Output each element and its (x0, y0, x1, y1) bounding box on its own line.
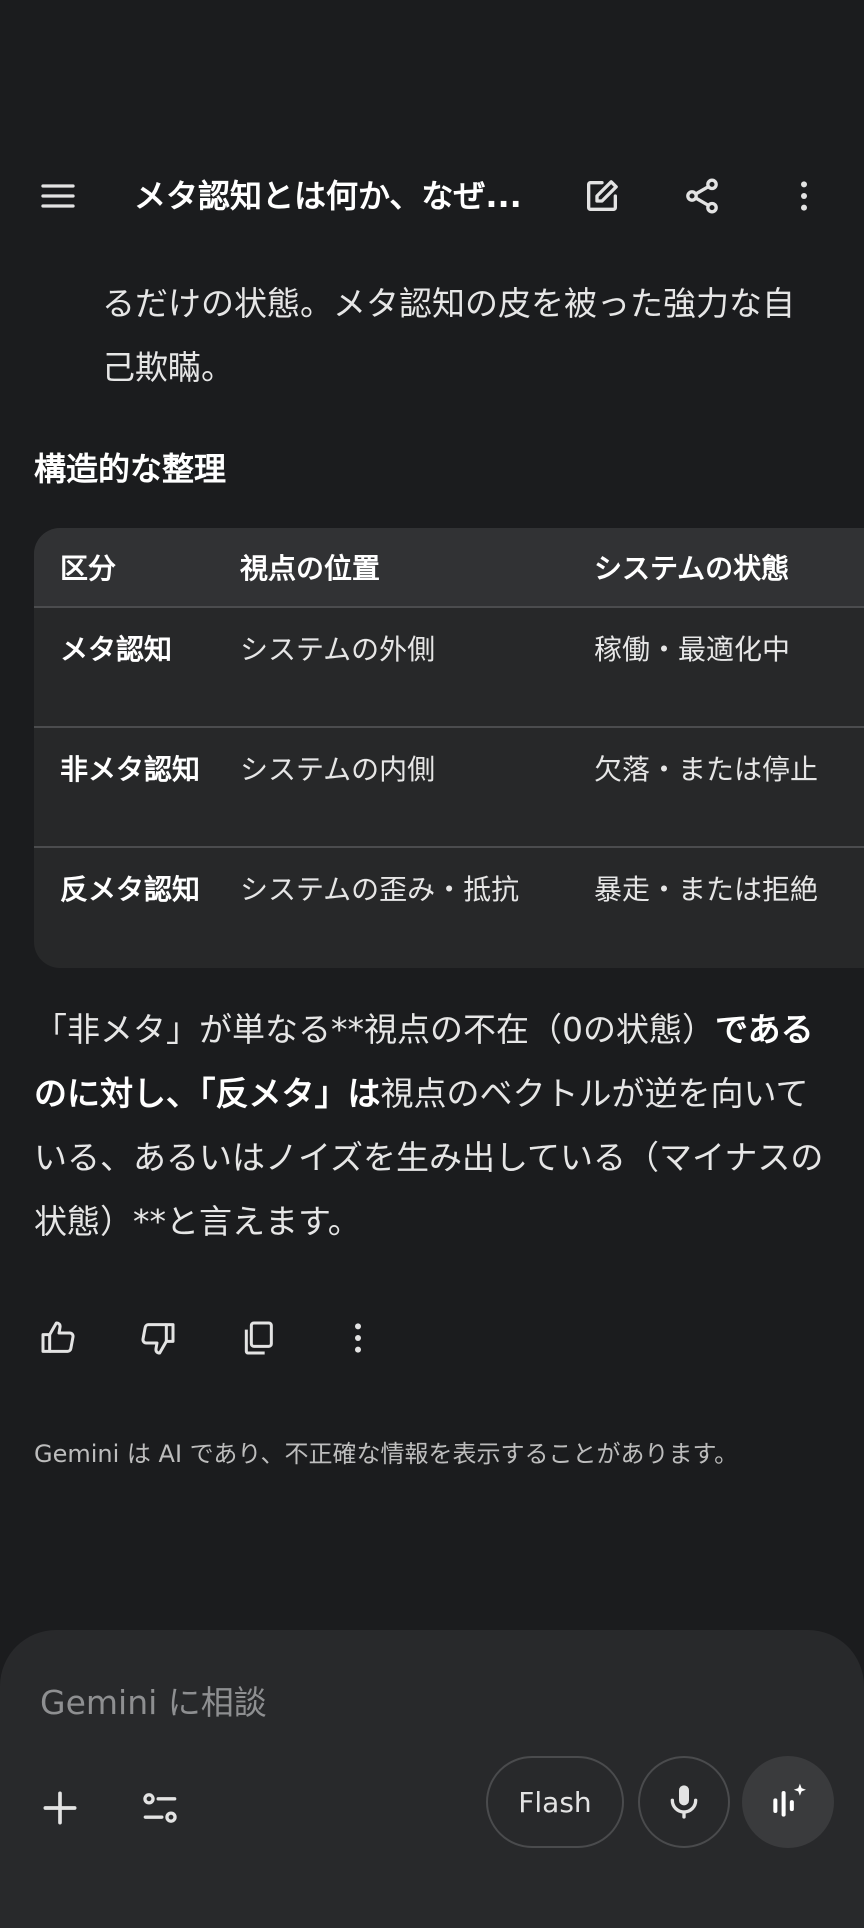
thumb-down-icon (141, 1323, 175, 1355)
table-cell: システムの歪み・抵抗 (240, 873, 520, 906)
table-row: 非メタ認知 システムの内側 欠落・または停止 (34, 726, 864, 846)
response-actions (30, 1310, 430, 1370)
table-header-row: 区分 視点の位置 システムの状態 (34, 528, 864, 606)
tools-icon (143, 1793, 177, 1823)
more-options-button[interactable] (772, 164, 836, 228)
copy-icon (244, 1321, 273, 1355)
conversation-title[interactable]: メタ認知とは何か、なぜ... (134, 174, 534, 218)
table-header-cell: 区分 (60, 552, 117, 585)
response-more-button[interactable] (330, 1310, 386, 1366)
table-header-cell: 視点の位置 (240, 552, 381, 585)
table-row: 反メタ認知 システムの歪み・抵抗 暴走・または拒絶 (34, 846, 864, 966)
live-mode-button[interactable] (742, 1756, 834, 1848)
table-cell: システムの内側 (240, 753, 436, 786)
table-header-cell: システムの状態 (594, 552, 790, 585)
model-selector-button[interactable]: Flash (486, 1756, 624, 1848)
mic-icon (670, 1785, 698, 1819)
thumb-up-icon (41, 1321, 75, 1353)
edit-button[interactable] (570, 164, 634, 228)
edit-icon (587, 180, 618, 211)
copy-button[interactable] (230, 1310, 286, 1366)
microphone-button[interactable] (638, 1756, 730, 1848)
table-cell: 反メタ認知 (60, 873, 201, 906)
share-icon (686, 178, 718, 214)
more-vert-icon (801, 181, 807, 211)
table-cell: メタ認知 (60, 633, 173, 666)
table-cell: 欠落・または停止 (594, 753, 819, 786)
live-icon (773, 1783, 806, 1817)
like-button[interactable] (30, 1310, 86, 1366)
paragraph-text: 「非メタ」が単なる**視点の不在（0の状態） (34, 1010, 715, 1049)
composer-panel: Flash (0, 1630, 864, 1928)
top-app-bar: メタ認知とは何か、なぜ... (0, 150, 864, 242)
disclaimer-text: Gemini は AI であり、不正確な情報を表示することがあります。 (34, 1440, 739, 1468)
tools-button[interactable] (128, 1776, 192, 1840)
dislike-button[interactable] (130, 1310, 186, 1366)
add-attachment-button[interactable] (28, 1776, 92, 1840)
response-paragraph: 「非メタ」が単なる**視点の不在（0の状態）であるのに対し、「反メタ」は視点のベ… (34, 998, 834, 1254)
more-vert-icon (355, 1323, 361, 1353)
menu-button[interactable] (26, 164, 90, 228)
comparison-table[interactable]: 区分 視点の位置 システムの状態 メタ認知 システムの外側 稼働・最適化中 非メ… (34, 528, 864, 968)
menu-icon (41, 184, 75, 208)
section-heading: 構造的な整理 (34, 450, 227, 488)
table-row: メタ認知 システムの外側 稼働・最適化中 (34, 606, 864, 726)
prompt-input[interactable] (38, 1672, 738, 1732)
share-button[interactable] (670, 164, 734, 228)
continued-list-text: るだけの状態。メタ認知の皮を被った強力な自己欺瞞。 (102, 284, 795, 387)
table-cell: 稼働・最適化中 (594, 633, 791, 666)
table-cell: システムの外側 (240, 633, 436, 666)
plus-icon (43, 1791, 77, 1825)
table-cell: 暴走・または拒絶 (594, 873, 819, 906)
table-cell: 非メタ認知 (60, 753, 201, 786)
